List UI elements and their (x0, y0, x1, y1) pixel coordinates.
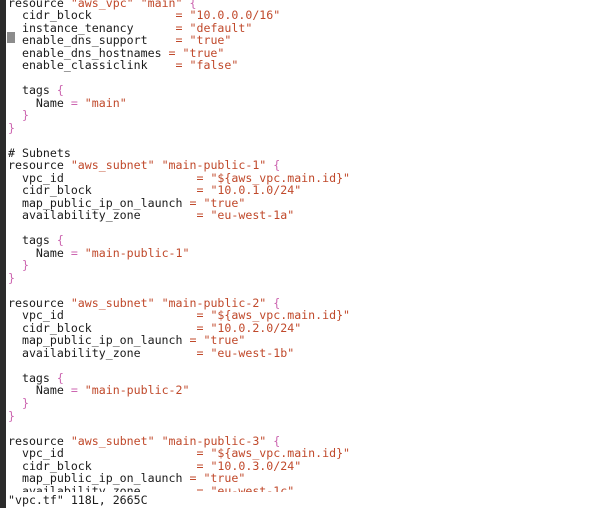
code-token-plain: enable_classiclink (8, 58, 176, 73)
code-token-str: "eu-west-1a" (210, 208, 295, 223)
code-token-str: "eu-west-1c" (210, 483, 295, 492)
code-line: } (8, 259, 590, 272)
cursor-line-marker-icon (7, 32, 15, 43)
code-line: availability_zone = "eu-west-1b" (8, 347, 590, 360)
code-line: availability_zone = "eu-west-1c" (8, 483, 590, 492)
code-line: } (8, 121, 590, 135)
code-line: } (8, 397, 590, 410)
code-token-str: "main-public-2" (84, 383, 190, 398)
code-token-eq-punc: = (70, 245, 85, 260)
code-line: enable_classiclink = "false" (8, 59, 590, 72)
code-token-punc: } (21, 258, 29, 273)
vim-status-line: "vpc.tf" 118L, 2665C (0, 492, 590, 508)
code-token-punc: } (21, 395, 29, 410)
code-line: Name = "main-public-1" (8, 247, 590, 260)
code-line: Name = "main" (8, 95, 590, 110)
vim-editor-window: resource "aws_vpc" "main" { cidr_block =… (0, 0, 590, 508)
code-token-str: "eu-west-1b" (210, 345, 295, 360)
code-line: availability_zone = "eu-west-1a" (8, 209, 590, 222)
editor-gutter-strip (0, 0, 6, 508)
code-line: } (8, 109, 590, 122)
code-token-punc: } (21, 108, 29, 123)
code-token-eq-punc: = (70, 95, 85, 110)
code-line: } (8, 272, 590, 285)
code-token-eq-str: = (175, 58, 190, 73)
code-line: } (8, 409, 590, 423)
code-token-eq-str: = (196, 208, 211, 223)
code-token-str: "main" (84, 95, 127, 110)
status-line-text: "vpc.tf" 118L, 2665C (8, 493, 148, 507)
code-token-eq-str: = (196, 483, 211, 492)
code-token-plain: availability_zone (8, 483, 197, 492)
code-token-plain: availability_zone (8, 345, 197, 360)
code-token-plain: availability_zone (8, 208, 197, 223)
code-text-area[interactable]: resource "aws_vpc" "main" { cidr_block =… (0, 0, 590, 492)
code-line: Name = "main-public-2" (8, 384, 590, 397)
code-token-str: "main-public-1" (84, 245, 190, 260)
code-token-str: "false" (189, 58, 239, 73)
code-token-eq-punc: = (70, 383, 85, 398)
code-token-eq-str: = (196, 345, 211, 360)
